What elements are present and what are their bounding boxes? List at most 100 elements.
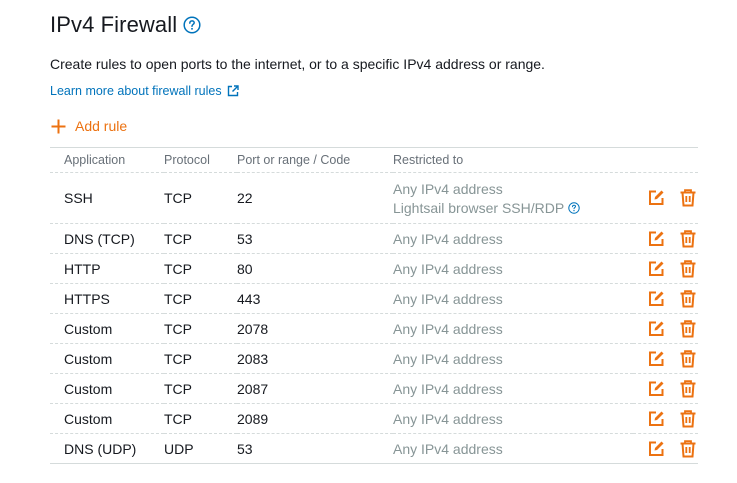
edit-icon[interactable] <box>647 380 665 398</box>
delete-button[interactable] <box>679 319 697 338</box>
cell-port: 53 <box>237 433 393 464</box>
column-header-port: Port or range / Code <box>237 147 393 173</box>
table-row: HTTPS TCP 443 Any IPv4 address <box>50 283 698 314</box>
cell-actions <box>633 343 698 374</box>
row-actions <box>633 259 698 278</box>
edit-icon[interactable] <box>647 189 665 207</box>
cell-protocol: TCP <box>164 172 237 224</box>
edit-button[interactable] <box>647 230 665 248</box>
learn-more-link[interactable]: Learn more about firewall rules <box>50 84 239 98</box>
restricted-value: Any IPv4 address <box>393 320 503 337</box>
edit-icon[interactable] <box>647 320 665 338</box>
cell-restricted: Any IPv4 address Lightsail browser SSH/RD… <box>393 172 633 224</box>
cell-port: 53 <box>237 223 393 254</box>
question-circle-icon[interactable] <box>568 201 580 214</box>
cell-application: HTTP <box>50 253 164 284</box>
cell-port: 2089 <box>237 403 393 434</box>
row-actions <box>633 439 698 458</box>
cell-application: Custom <box>50 343 164 374</box>
edit-icon[interactable] <box>647 440 665 458</box>
cell-actions <box>633 313 698 344</box>
trash-icon[interactable] <box>679 409 697 428</box>
cell-application: Custom <box>50 313 164 344</box>
restricted-value: Any IPv4 address <box>393 380 503 397</box>
cell-restricted: Any IPv4 address <box>393 283 633 314</box>
trash-icon[interactable] <box>679 439 697 458</box>
cell-protocol: TCP <box>164 343 237 374</box>
table-row: HTTP TCP 80 Any IPv4 address <box>50 253 698 284</box>
column-header-actions <box>633 147 698 173</box>
row-actions <box>633 229 698 248</box>
delete-button[interactable] <box>679 379 697 398</box>
table-row: DNS (UDP) UDP 53 Any IPv4 address <box>50 433 698 464</box>
edit-icon[interactable] <box>647 260 665 278</box>
trash-icon[interactable] <box>679 229 697 248</box>
trash-icon[interactable] <box>679 289 697 308</box>
edit-button[interactable] <box>647 440 665 458</box>
external-link-icon <box>227 85 239 97</box>
trash-icon[interactable] <box>679 319 697 338</box>
cell-restricted: Any IPv4 address <box>393 433 633 464</box>
cell-restricted: Any IPv4 address <box>393 253 633 284</box>
edit-button[interactable] <box>647 350 665 368</box>
cell-port: 2083 <box>237 343 393 374</box>
cell-actions <box>633 253 698 284</box>
edit-icon[interactable] <box>647 410 665 428</box>
table-row: Custom TCP 2083 Any IPv4 address <box>50 343 698 374</box>
cell-restricted: Any IPv4 address <box>393 343 633 374</box>
add-rule-button[interactable]: Add rule <box>51 118 127 134</box>
question-circle-icon[interactable] <box>183 16 201 34</box>
cell-port: 2087 <box>237 373 393 404</box>
cell-protocol: TCP <box>164 373 237 404</box>
cell-application: Custom <box>50 403 164 434</box>
table-row: Custom TCP 2089 Any IPv4 address <box>50 403 698 434</box>
restricted-value: Any IPv4 address <box>393 440 503 457</box>
row-actions <box>633 319 698 338</box>
trash-icon[interactable] <box>679 379 697 398</box>
delete-button[interactable] <box>679 189 697 207</box>
cell-protocol: UDP <box>164 433 237 464</box>
cell-actions <box>633 223 698 254</box>
title-row: IPv4 Firewall <box>50 12 201 38</box>
cell-protocol: TCP <box>164 253 237 284</box>
table-row: DNS (TCP) TCP 53 Any IPv4 address <box>50 223 698 254</box>
cell-actions <box>633 433 698 464</box>
trash-icon[interactable] <box>679 189 697 207</box>
restricted-extra: Lightsail browser SSH/RDP <box>393 200 633 216</box>
edit-button[interactable] <box>647 290 665 308</box>
restricted-value: Any IPv4 address <box>393 350 503 367</box>
delete-button[interactable] <box>679 439 697 458</box>
delete-button[interactable] <box>679 259 697 278</box>
cell-protocol: TCP <box>164 313 237 344</box>
table-row: SSH TCP 22 Any IPv4 address Lightsail browse… <box>50 172 698 224</box>
trash-icon[interactable] <box>679 349 697 368</box>
cell-protocol: TCP <box>164 283 237 314</box>
edit-button[interactable] <box>647 260 665 278</box>
edit-icon[interactable] <box>647 290 665 308</box>
edit-button[interactable] <box>647 410 665 428</box>
row-actions <box>633 189 698 207</box>
row-actions <box>633 379 698 398</box>
edit-button[interactable] <box>647 320 665 338</box>
delete-button[interactable] <box>679 409 697 428</box>
edit-button[interactable] <box>647 380 665 398</box>
cell-protocol: TCP <box>164 403 237 434</box>
cell-actions <box>633 283 698 314</box>
delete-button[interactable] <box>679 229 697 248</box>
edit-icon[interactable] <box>647 350 665 368</box>
edit-icon[interactable] <box>647 230 665 248</box>
edit-button[interactable] <box>647 189 665 207</box>
trash-icon[interactable] <box>679 259 697 278</box>
cell-application: Custom <box>50 373 164 404</box>
table-header-row: Application Protocol Port or range / Cod… <box>50 147 698 173</box>
cell-port: 2078 <box>237 313 393 344</box>
cell-restricted: Any IPv4 address <box>393 223 633 254</box>
cell-application: DNS (TCP) <box>50 223 164 254</box>
page-title: IPv4 Firewall <box>50 12 178 37</box>
delete-button[interactable] <box>679 349 697 368</box>
firewall-rules-table: Application Protocol Port or range / Cod… <box>50 147 698 464</box>
cell-port: 443 <box>237 283 393 314</box>
delete-button[interactable] <box>679 289 697 308</box>
column-header-restricted: Restricted to <box>393 147 633 173</box>
cell-application: SSH <box>50 172 164 224</box>
